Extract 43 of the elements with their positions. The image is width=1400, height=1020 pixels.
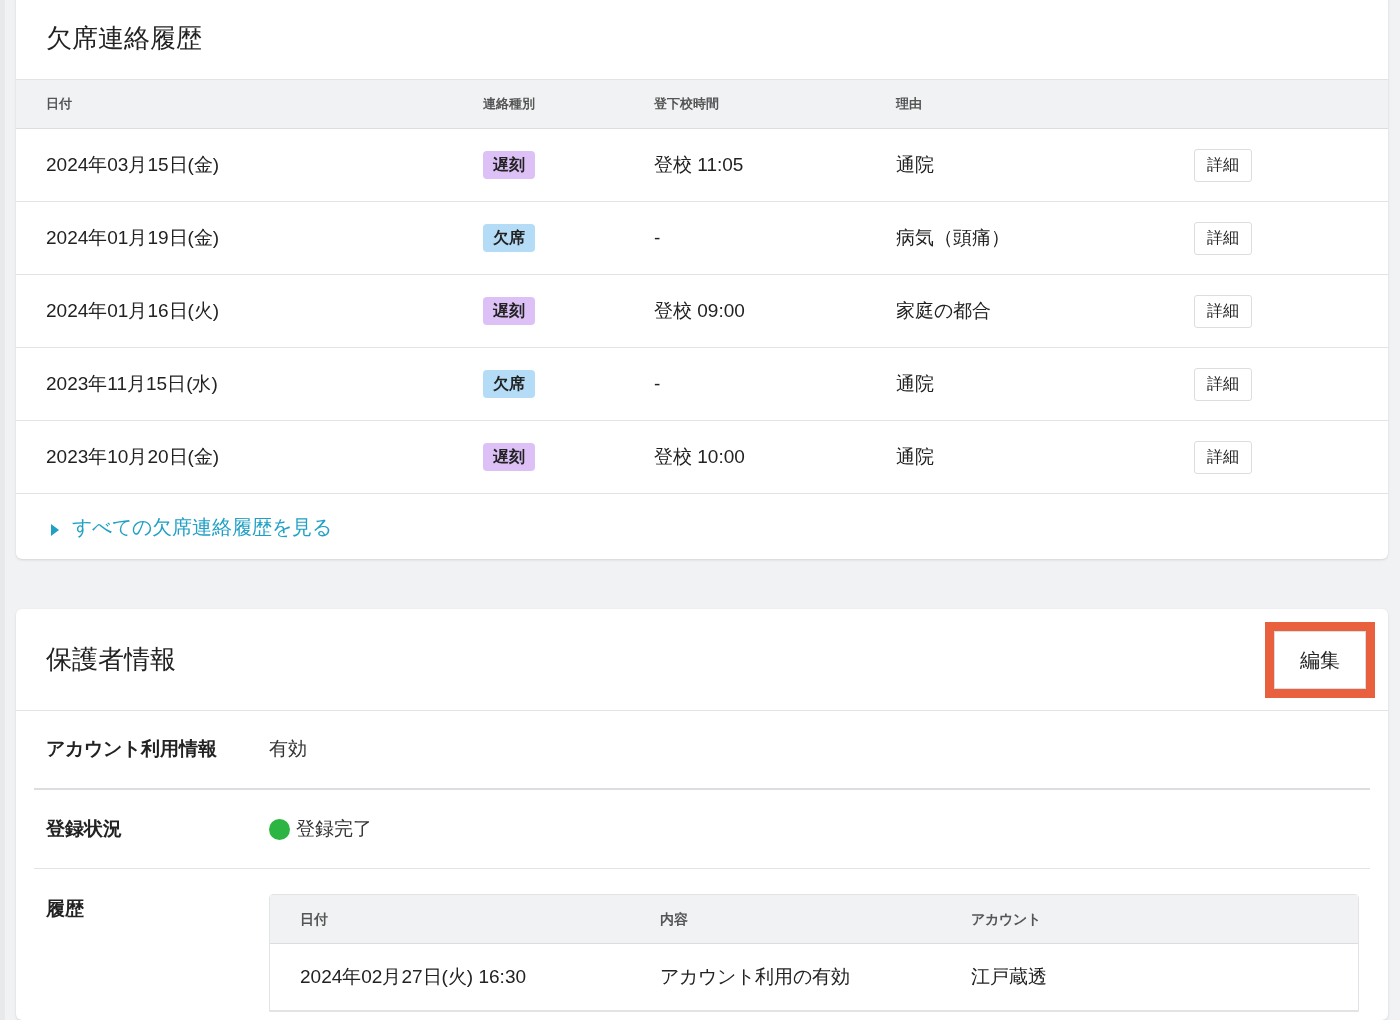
column-header: アカウント [971,909,1042,929]
type-badge: 欠席 [483,224,535,252]
table-cell-text: 通院 [896,444,935,469]
details-button[interactable]: 詳細 [1194,440,1252,474]
column-header: 連絡種別 [483,95,536,114]
table-cell-text: 2024年02月27日(火) 16:30 [300,964,527,989]
table-cell-text: 登校 11:05 [654,152,745,177]
table-cell-text: - [654,371,662,396]
table-cell-text: 2024年01月16日(火) [46,298,221,323]
type-badge: 遅刻 [483,443,535,471]
type-badge: 遅刻 [483,151,535,179]
column-header: 内容 [660,909,689,929]
table-cell-text: 通院 [896,371,935,396]
section-title: 欠席連絡履歴 [46,22,202,55]
field-label: 登録状況 [46,816,123,841]
field-value: 有効 [269,737,307,762]
table-cell-text: 2023年10月20日(金) [46,444,221,469]
field-value: 登録完了 [296,816,372,841]
table-cell-text: 登校 10:00 [654,444,746,469]
details-button[interactable]: 詳細 [1194,367,1252,401]
details-button[interactable]: 詳細 [1194,148,1252,182]
table-cell-text: 2024年01月19日(金) [46,225,221,250]
triangle-icon [50,522,60,537]
table-cell-text: - [654,225,662,250]
column-header: 日付 [46,95,73,114]
table-cell-text: 家庭の都合 [896,298,992,323]
table-cell-text: 登校 09:00 [654,298,746,323]
field-label: 履歴 [46,897,85,921]
table-cell-text: 通院 [896,152,935,177]
details-button[interactable]: 詳細 [1194,221,1252,255]
table-cell-text: アカウント利用の有効 [660,964,851,989]
table-cell-text: 江戸蔵透 [971,964,1048,989]
section-title: 保護者情報 [46,643,176,676]
field-label: アカウント利用情報 [46,737,218,762]
column-header: 日付 [300,909,329,929]
table-cell-text: 病気（頭痛） [896,225,1011,250]
column-header: 理由 [896,95,923,114]
column-header: 登下校時間 [654,95,720,114]
table-cell-text: 2024年03月15日(金) [46,152,221,177]
type-badge: 遅刻 [483,297,535,325]
table-cell-text: 2023年11月15日(水) [46,371,219,396]
type-badge: 欠席 [483,370,535,398]
details-button[interactable]: 詳細 [1194,294,1252,328]
